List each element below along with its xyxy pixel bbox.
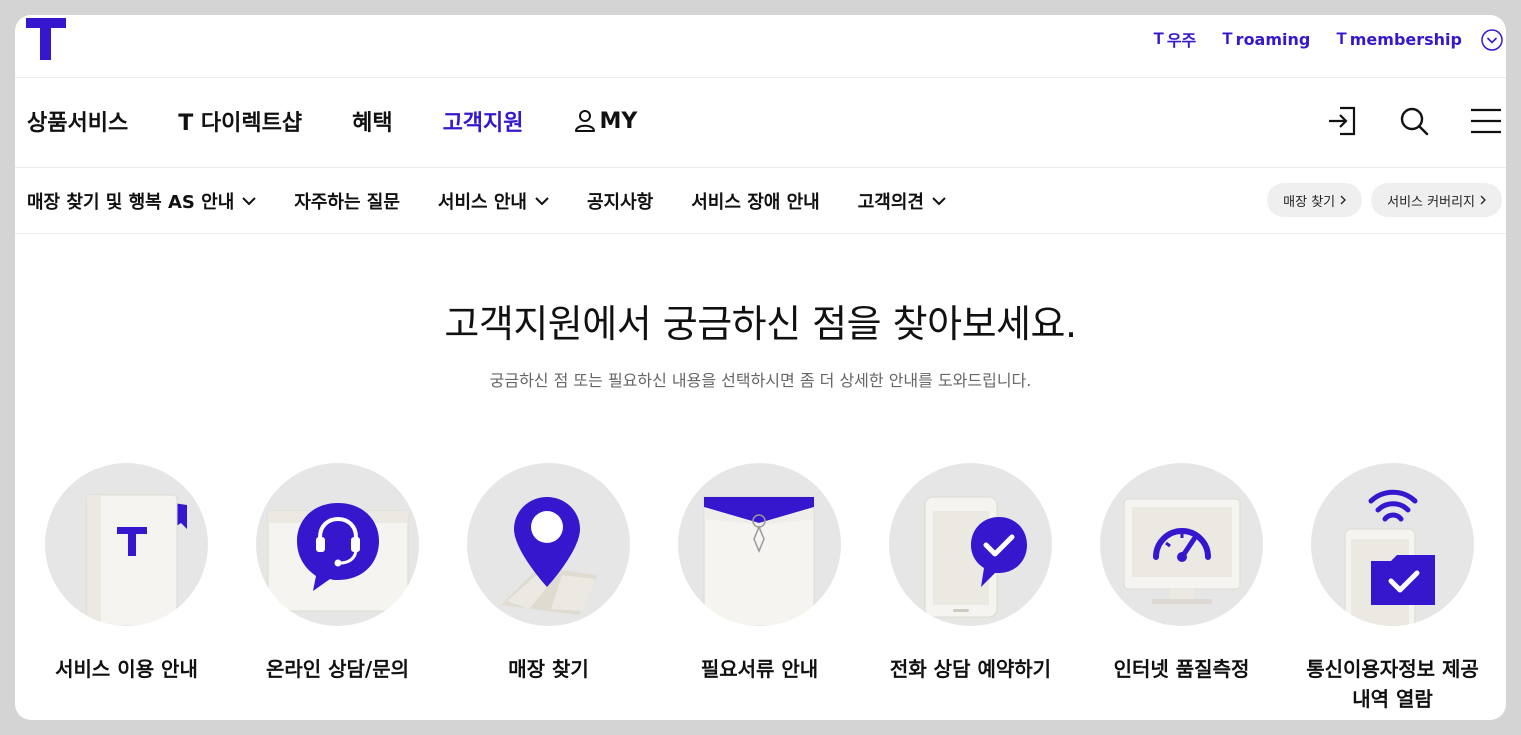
service-item-store-finder[interactable]: 매장 찾기 (467, 463, 630, 714)
service-label: 서비스 이용 안내 (55, 657, 198, 681)
page-card: T 우주 T roaming T membership 상품서비스 T 다이렉트… (15, 15, 1506, 720)
service-label: 매장 찾기 (508, 657, 589, 681)
menu-icon[interactable] (1470, 105, 1502, 137)
subnav-item-label: 서비스 장애 안내 (691, 192, 820, 213)
t-world-logo[interactable] (26, 18, 66, 60)
utility-links: T 우주 T roaming T membership (1153, 27, 1462, 51)
gnb-item-benefits[interactable]: 혜택 (352, 105, 392, 137)
t-mark: T (1336, 29, 1347, 48)
util-link-membership[interactable]: T membership (1336, 29, 1462, 49)
gnb-item-direct-shop[interactable]: T 다이렉트샵 (178, 105, 302, 137)
page-subtitle: 궁금하신 점 또는 필요하신 내용을 선택하시면 좀 더 상세한 안내를 도와드… (489, 371, 1032, 390)
subnav-item-feedback[interactable]: 고객의견 (858, 188, 946, 214)
page-title: 고객지원에서 궁금하신 점을 찾아보세요. (444, 302, 1077, 346)
service-label: 온라인 상담/문의 (265, 657, 410, 681)
pill-label: 서비스 커버리지 (1387, 194, 1475, 210)
subnav-item-label: 공지사항 (587, 192, 654, 213)
utility-bar: T 우주 T roaming T membership (15, 15, 1506, 78)
map-pin-icon (501, 497, 597, 615)
gnb-item-my[interactable]: MY (574, 108, 638, 134)
speedometer-monitor-icon (1123, 498, 1241, 604)
util-link-label: membership (1349, 29, 1462, 49)
service-label: 필요서류 안내 (700, 657, 819, 681)
service-item-internet-speed[interactable]: 인터넷 품질측정 (1100, 463, 1263, 714)
service-list: 서비스 이용 안내 온라인 상담/문의 매장 찾기 필요서류 안내 전화 상담 … (45, 463, 1479, 714)
guide-book-icon (86, 494, 187, 626)
util-link-roaming[interactable]: T roaming (1222, 29, 1310, 49)
util-link-label: 우주 (1166, 31, 1197, 50)
service-icon-circle (467, 463, 630, 626)
chevron-down-icon (535, 196, 549, 205)
login-icon[interactable] (1326, 105, 1358, 137)
subnav-item-store-as[interactable]: 매장 찾기 및 행복 AS 안내 (27, 188, 256, 214)
subnav-item-outage[interactable]: 서비스 장애 안내 (691, 188, 819, 214)
service-item-info-disclosure[interactable]: 통신이용자정보 제공 내역 열람 (1306, 463, 1479, 714)
chevron-right-icon (1480, 195, 1486, 205)
subnav-item-faq[interactable]: 자주하는 질문 (294, 188, 400, 214)
subnav-item-label: 고객의견 (857, 192, 924, 213)
search-icon[interactable] (1398, 105, 1430, 137)
phone-check-icon (924, 496, 1027, 618)
service-label: 인터넷 품질측정 (1113, 657, 1250, 681)
service-icon-circle (256, 463, 419, 626)
headset-chat-icon (267, 503, 409, 612)
quick-store-button[interactable]: 매장 찾기 (1267, 183, 1363, 217)
chevron-down-icon (932, 196, 946, 205)
gnb-item-support[interactable]: 고객지원 (443, 105, 524, 137)
main-navigation: 상품서비스 T 다이렉트샵 혜택 고객지원 MY (15, 77, 1506, 168)
service-item-phone-reservation[interactable]: 전화 상담 예약하기 (889, 463, 1052, 714)
subnav-item-notice[interactable]: 공지사항 (587, 188, 653, 214)
service-item-guide[interactable]: 서비스 이용 안내 (45, 463, 208, 714)
quick-coverage-button[interactable]: 서비스 커버리지 (1371, 183, 1502, 217)
service-icon-circle (1311, 463, 1474, 626)
wifi-folder-check-icon (1344, 489, 1435, 626)
sub-navigation: 매장 찾기 및 행복 AS 안내 자주하는 질문 서비스 안내 공지사항 서비스… (15, 168, 1506, 234)
service-item-documents[interactable]: 필요서류 안내 (678, 463, 841, 714)
chevron-right-icon (1340, 195, 1347, 205)
service-label: 전화 상담 예약하기 (889, 657, 1052, 681)
chevron-down-icon (242, 196, 256, 205)
service-icon-circle (889, 463, 1052, 626)
subnav-item-label: 서비스 안내 (437, 192, 527, 213)
t-mark: T (1153, 29, 1164, 48)
subnav-item-service-guide[interactable]: 서비스 안내 (438, 188, 549, 214)
gnb-item-label: MY (599, 108, 638, 134)
service-icon-circle (45, 463, 208, 626)
user-icon (574, 110, 595, 132)
gnb-item-products[interactable]: 상품서비스 (27, 105, 128, 137)
document-envelope-icon (703, 496, 815, 626)
pill-label: 매장 찾기 (1283, 194, 1336, 210)
service-item-online-consult[interactable]: 온라인 상담/문의 (256, 463, 419, 714)
util-link-universe[interactable]: T 우주 (1153, 27, 1196, 51)
t-mark: T (1222, 29, 1233, 48)
util-link-label: roaming (1235, 29, 1311, 49)
service-label: 통신이용자정보 제공 내역 열람 (1306, 657, 1479, 711)
subnav-item-label: 자주하는 질문 (294, 192, 400, 213)
service-icon-circle (678, 463, 841, 626)
service-icon-circle (1100, 463, 1263, 626)
subnav-item-label: 매장 찾기 및 행복 AS 안내 (27, 192, 235, 213)
chevron-down-circle-icon[interactable] (1481, 29, 1503, 51)
